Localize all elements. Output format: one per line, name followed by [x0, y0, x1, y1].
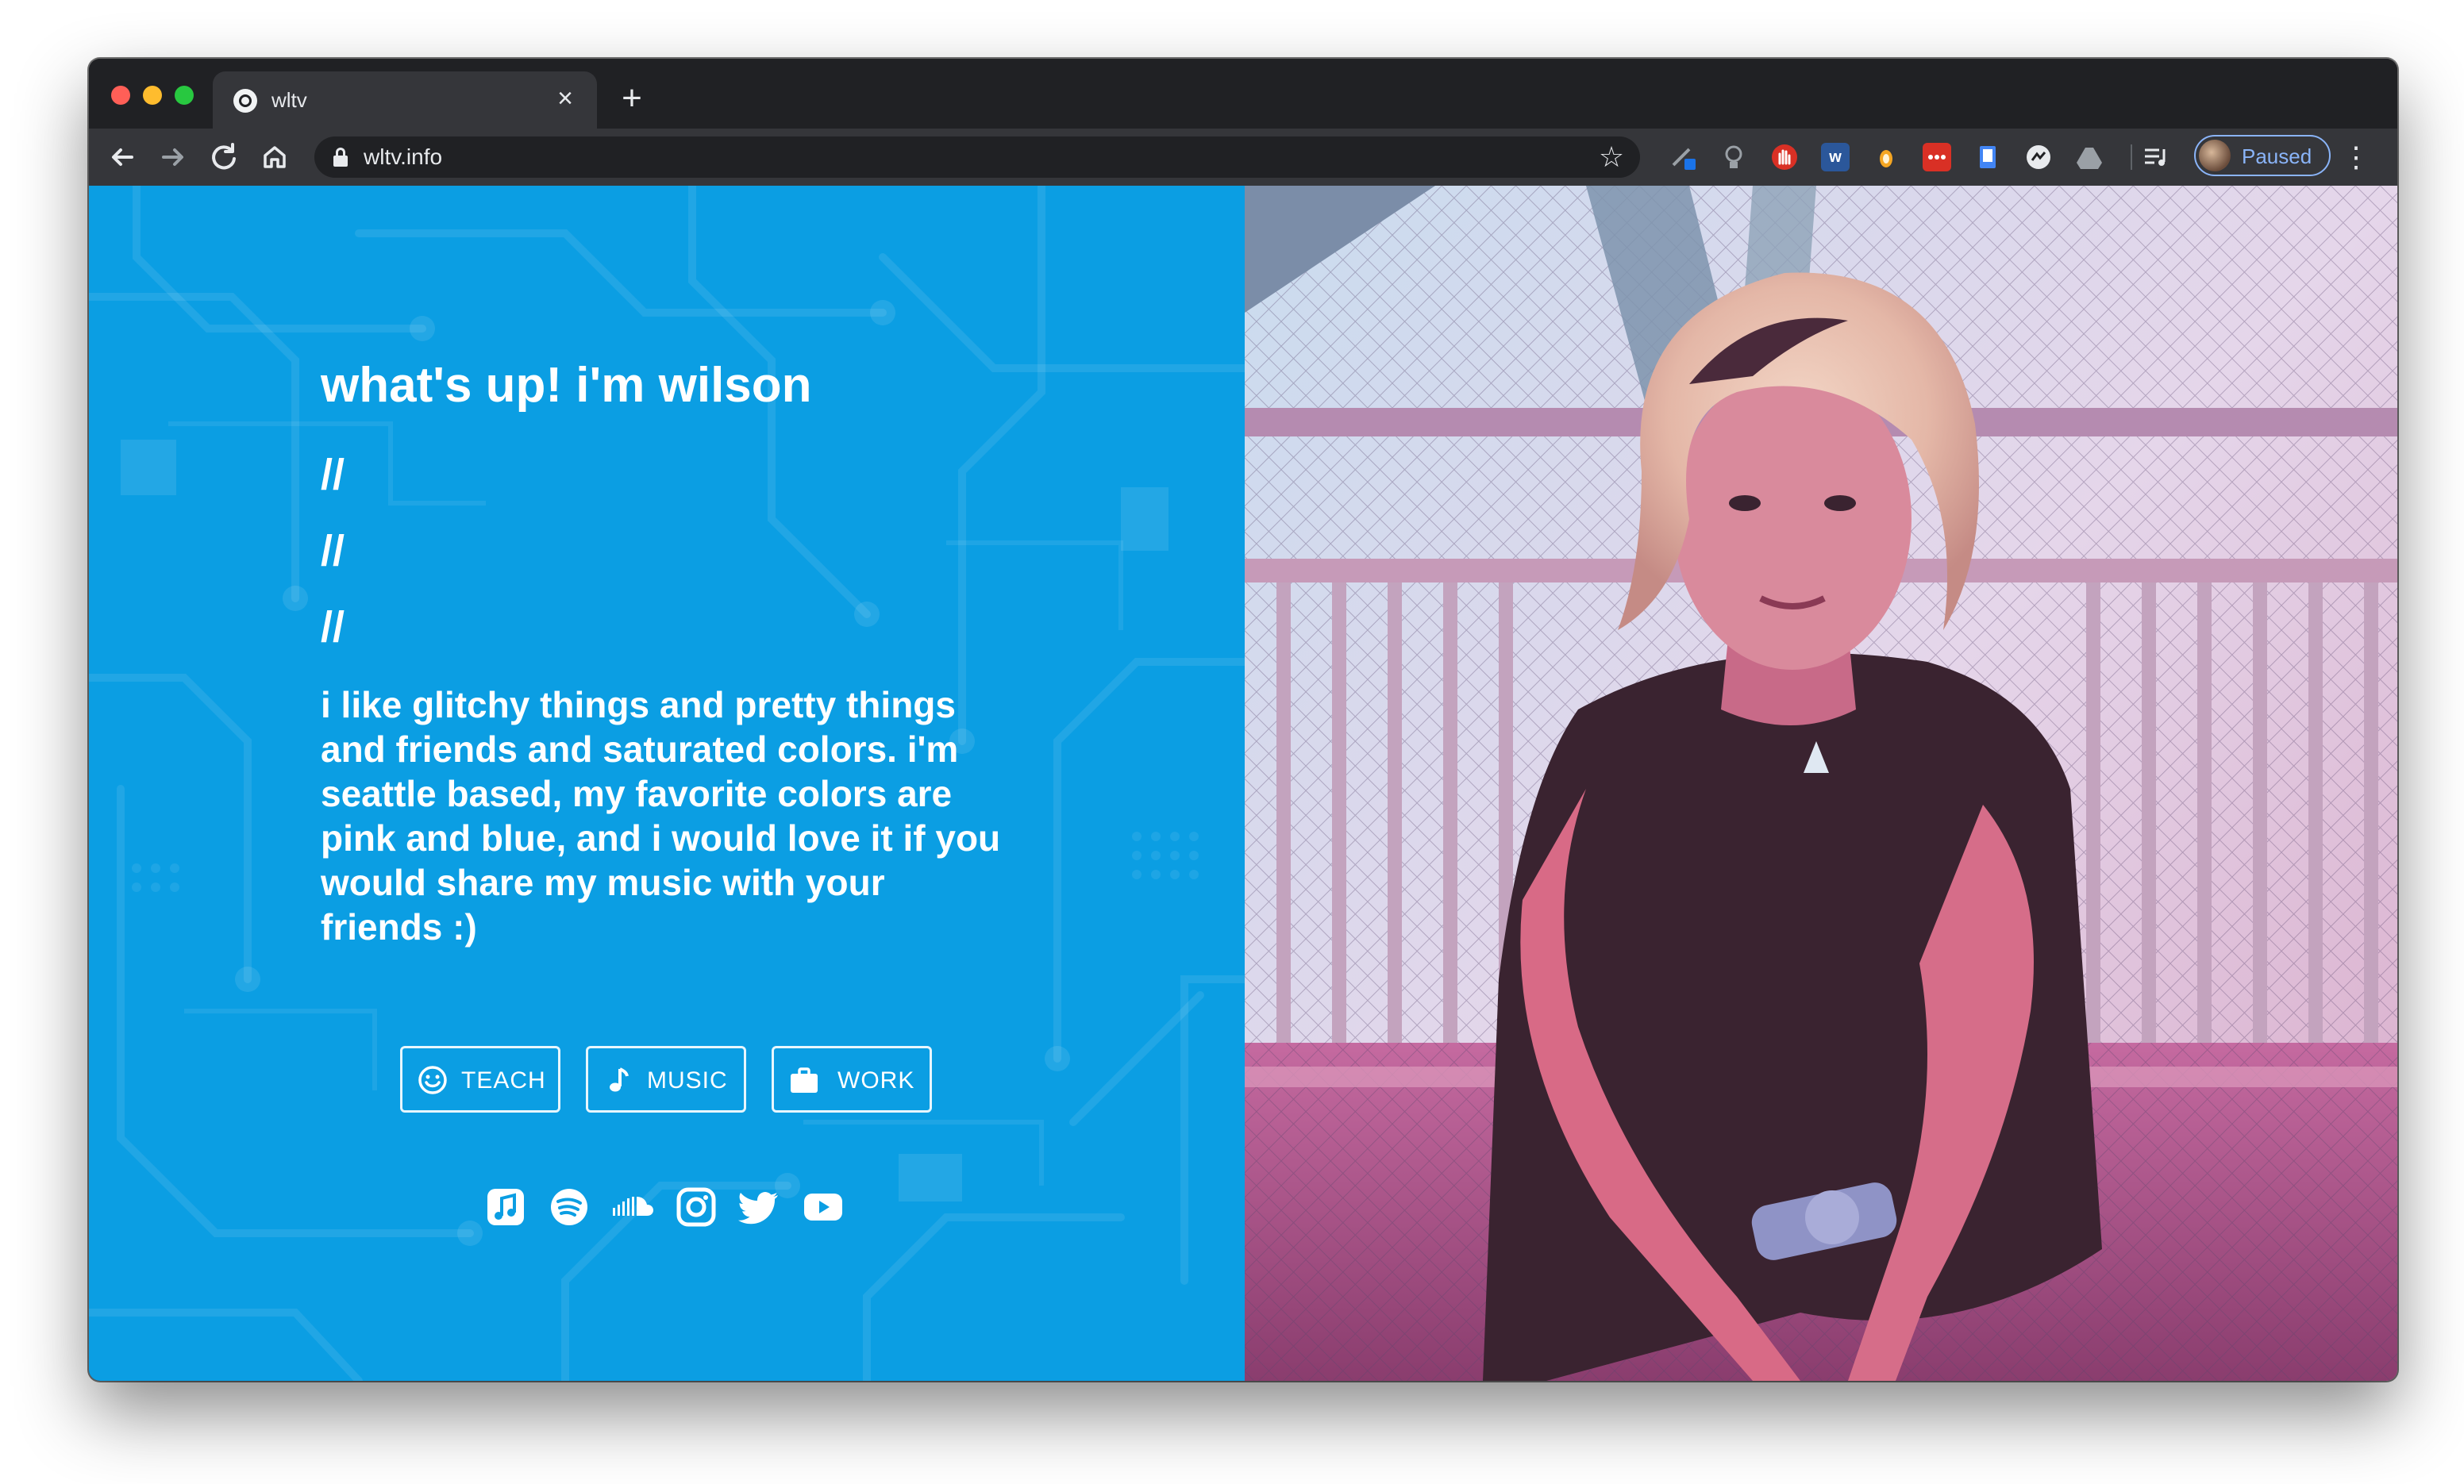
home-icon — [264, 146, 286, 168]
twitter-icon[interactable] — [738, 1186, 781, 1228]
work-button-label: WORK — [837, 1067, 915, 1094]
instagram-icon[interactable] — [675, 1186, 718, 1228]
close-window-button[interactable] — [111, 86, 130, 105]
minimize-window-button[interactable] — [143, 86, 162, 105]
toolbar-separator — [2131, 144, 2132, 170]
browser-tab[interactable]: wltv × — [213, 71, 597, 129]
back-button[interactable] — [103, 138, 141, 176]
browser-menu-icon[interactable]: ⋮ — [2340, 138, 2372, 176]
youtube-icon[interactable] — [802, 1186, 845, 1228]
drive-icon[interactable] — [2075, 143, 2104, 171]
media-controls-icon[interactable] — [2142, 143, 2170, 171]
social-links — [484, 1186, 849, 1230]
extension-pen-icon[interactable] — [1669, 143, 1697, 171]
browser-window: wltv × + wltv.info ☆ w Paused ⋮ what's u… — [89, 59, 2397, 1381]
extension-bulb-icon[interactable] — [1719, 143, 1748, 171]
lock-icon[interactable] — [333, 148, 348, 167]
avatar — [2199, 140, 2231, 171]
extension-honey-icon[interactable] — [1872, 143, 1900, 171]
forward-button[interactable] — [154, 138, 192, 176]
tab-title: wltv — [271, 88, 307, 112]
extension-hand-icon[interactable] — [1770, 143, 1799, 171]
extension-dots-icon[interactable] — [1923, 143, 1951, 171]
address-bar[interactable]: wltv.info ☆ — [314, 136, 1640, 178]
maximize-window-button[interactable] — [175, 86, 194, 105]
tab-strip: wltv × + — [89, 59, 2397, 129]
forward-arrow-icon — [162, 148, 183, 166]
profile-button[interactable]: Paused — [2194, 135, 2331, 176]
teach-button-label: TEACH — [461, 1067, 546, 1094]
extension-word-icon[interactable]: w — [1821, 143, 1850, 171]
music-button[interactable]: MUSIC — [586, 1046, 746, 1113]
divider-line-1: // — [321, 451, 345, 498]
browser-toolbar: wltv.info ☆ w Paused ⋮ — [89, 129, 2397, 186]
divider-line-2: // — [321, 527, 345, 575]
reload-icon — [212, 143, 236, 170]
back-arrow-icon — [112, 148, 133, 166]
apple-music-icon[interactable] — [484, 1186, 527, 1228]
nav-buttons: TEACH MUSIC WORK — [400, 1046, 940, 1114]
new-tab-button[interactable]: + — [614, 81, 649, 117]
reload-button[interactable] — [205, 138, 243, 176]
divider-line-3: // — [321, 603, 345, 651]
web-page: what's up! i'm wilson // // // i like gl… — [89, 186, 2397, 1381]
music-note-icon — [610, 1067, 629, 1092]
bookmark-star-icon[interactable]: ☆ — [1594, 140, 1629, 175]
bio-text: i like glitchy things and pretty things … — [321, 684, 1001, 948]
profile-status-label: Paused — [2242, 144, 2312, 168]
portrait-photo-image — [1245, 186, 2397, 1381]
intro-panel: what's up! i'm wilson // // // i like gl… — [89, 186, 1245, 1381]
profile-photo — [1245, 186, 2397, 1381]
spotify-icon[interactable] — [548, 1186, 591, 1228]
smiley-icon — [418, 1066, 447, 1094]
url-text[interactable]: wltv.info — [364, 144, 442, 170]
home-button[interactable] — [256, 138, 294, 176]
briefcase-icon — [791, 1067, 818, 1093]
tab-close-icon[interactable]: × — [549, 83, 581, 114]
teach-button[interactable]: TEACH — [400, 1046, 560, 1113]
soundcloud-icon[interactable] — [611, 1186, 654, 1228]
extension-book-icon[interactable] — [1973, 143, 2002, 171]
work-button[interactable]: WORK — [772, 1046, 932, 1113]
page-title: what's up! i'm wilson — [321, 358, 812, 413]
extension-circle-icon[interactable] — [2024, 143, 2053, 171]
music-button-label: MUSIC — [647, 1067, 728, 1094]
site-favicon-icon — [233, 89, 257, 113]
